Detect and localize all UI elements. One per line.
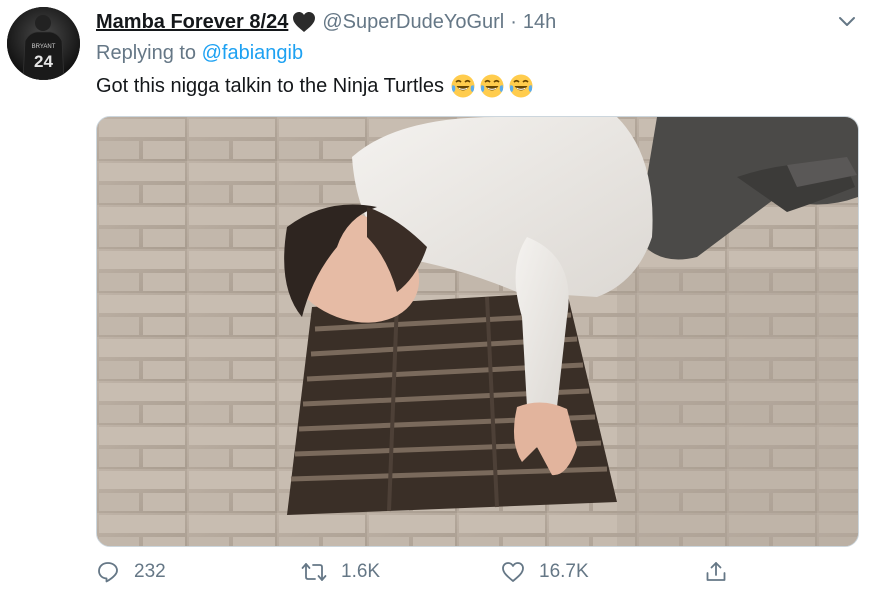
retweet-button[interactable]: 1.6K bbox=[301, 560, 380, 584]
avatar-jersey-number: 24 bbox=[34, 52, 53, 71]
like-count: 16.7K bbox=[539, 561, 589, 582]
emoji-group bbox=[450, 73, 537, 99]
user-handle[interactable]: @SuperDudeYoGurl bbox=[322, 11, 504, 34]
avatar-jersey-name: BRYANT bbox=[32, 44, 56, 50]
tweet: BRYANT 24 Mamba Forever 8/24 @SuperDudeY… bbox=[0, 0, 871, 592]
timestamp[interactable]: 14h bbox=[523, 11, 556, 34]
reply-icon bbox=[98, 562, 118, 583]
like-icon bbox=[502, 562, 524, 582]
share-icon bbox=[706, 562, 726, 581]
replying-prefix: Replying to bbox=[96, 42, 197, 64]
tweet-header: Mamba Forever 8/24 @SuperDudeYoGurl · 14… bbox=[96, 8, 556, 36]
tears-of-joy-emoji bbox=[480, 74, 504, 98]
reply-count: 232 bbox=[134, 561, 166, 582]
drain-grate bbox=[287, 292, 617, 515]
separator-dot: · bbox=[510, 10, 517, 33]
replying-to: Replying to @fabiangib bbox=[96, 42, 303, 65]
black-heart-icon bbox=[292, 11, 316, 33]
tweet-text: Got this nigga talkin to the Ninja Turtl… bbox=[96, 73, 537, 99]
tears-of-joy-emoji bbox=[509, 74, 533, 98]
share-button[interactable] bbox=[704, 560, 728, 584]
tweet-body: Got this nigga talkin to the Ninja Turtl… bbox=[96, 74, 444, 97]
like-button[interactable]: 16.7K bbox=[501, 560, 589, 584]
avatar[interactable]: BRYANT 24 bbox=[7, 7, 80, 80]
reply-mention-link[interactable]: @fabiangib bbox=[202, 42, 303, 64]
reply-button[interactable]: 232 bbox=[96, 560, 166, 584]
retweet-icon bbox=[301, 563, 327, 581]
chevron-down-icon[interactable] bbox=[837, 12, 857, 32]
tears-of-joy-emoji bbox=[451, 74, 475, 98]
tweet-video[interactable] bbox=[96, 116, 859, 547]
tweet-actions: 232 1.6K 16.7K bbox=[96, 560, 736, 590]
retweet-count: 1.6K bbox=[341, 561, 381, 582]
display-name[interactable]: Mamba Forever 8/24 bbox=[96, 11, 288, 34]
